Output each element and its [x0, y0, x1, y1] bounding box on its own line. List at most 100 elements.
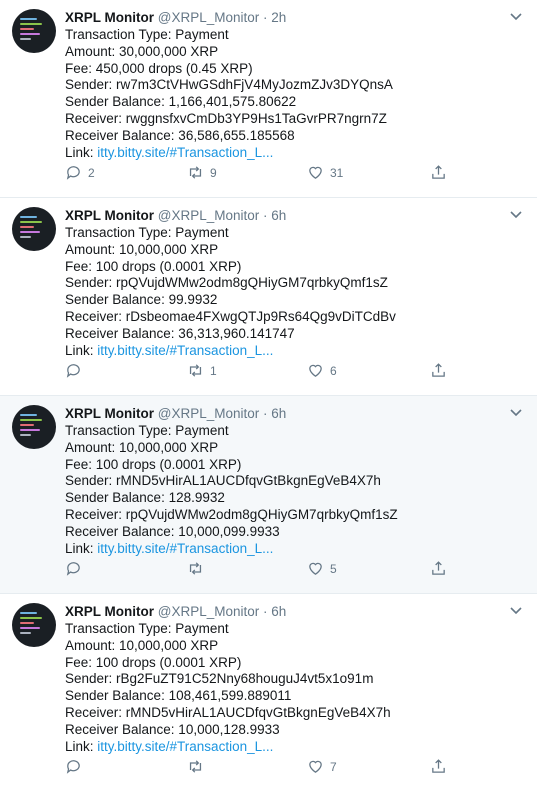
like-button[interactable]: 31: [307, 164, 343, 181]
display-name[interactable]: XRPL Monitor: [65, 406, 154, 421]
heart-icon: [309, 562, 322, 575]
tweet-text-line: Sender: rpQVujdWMw2odm8gQHiyGM7qrbkyQmf1…: [65, 275, 388, 291]
like-count: 31: [330, 165, 344, 180]
tweet-text-line: Transaction Type: Payment: [65, 27, 229, 42]
like-button[interactable]: 6: [307, 362, 337, 379]
share-button[interactable]: [430, 560, 447, 577]
like-count: 7: [330, 759, 337, 774]
transaction-link[interactable]: itty.bitty.site/#Transaction_L...: [97, 343, 273, 358]
reply-button[interactable]: 2: [65, 164, 95, 181]
timestamp[interactable]: 6h: [271, 406, 286, 421]
like-count: 6: [330, 363, 337, 378]
reply-icon: [66, 562, 80, 576]
like-button[interactable]: 7: [307, 758, 337, 775]
tweet-text-line: Sender Balance: 1,166,401,575.80622: [65, 94, 297, 110]
reply-icon: [66, 166, 80, 180]
tweet-text-line: Amount: 30,000,000 XRP: [65, 43, 219, 59]
avatar[interactable]: [12, 603, 56, 647]
separator-dot: ·: [263, 406, 268, 421]
reply-button[interactable]: [65, 362, 88, 379]
retweet-button[interactable]: 9: [187, 164, 217, 181]
tweet-text-line: Transaction Type: Payment: [65, 225, 229, 240]
tweet-text-line: Receiver: rMND5vHirAL1AUCDfqvGtBkgnEgVeB…: [65, 704, 391, 720]
tweet-text-line: Receiver: rwggnsfxvCmDb3YP9Hs1TaGvrPR7ng…: [65, 110, 387, 126]
retweet-icon: [189, 760, 202, 773]
link-label: Link:: [65, 342, 98, 358]
separator-dot: ·: [263, 208, 268, 223]
chevron-down-icon[interactable]: [509, 606, 523, 616]
timestamp[interactable]: 6h: [271, 604, 286, 619]
share-icon: [432, 759, 445, 773]
user-handle[interactable]: @XRPL_Monitor: [158, 10, 260, 25]
retweet-count: 1: [210, 363, 217, 378]
link-label: Link:: [65, 738, 98, 754]
separator-dot: ·: [263, 604, 268, 619]
display-name[interactable]: XRPL Monitor: [65, 208, 154, 223]
heart-icon: [309, 166, 322, 179]
tweet-text-line: Fee: 100 drops (0.0001 XRP): [65, 258, 242, 274]
retweet-button[interactable]: 1: [187, 362, 217, 379]
tweet-text-line: Sender: rMND5vHirAL1AUCDfqvGtBkgnEgVeB4X…: [65, 473, 381, 489]
avatar[interactable]: [12, 405, 56, 449]
share-icon: [432, 363, 445, 377]
reply-count: 2: [88, 165, 95, 180]
retweet-button[interactable]: [187, 560, 210, 577]
tweet[interactable]: XRPL Monitor @XRPL_Monitor · 6h Transact…: [0, 198, 537, 396]
chevron-down-icon[interactable]: [509, 408, 523, 418]
share-icon: [432, 165, 445, 179]
chevron-down-icon[interactable]: [509, 210, 523, 220]
tweet-text-line: Sender: rw7m3CtVHwGSdhFjV4MyJozmZJv3DYQn…: [65, 77, 393, 93]
tweet[interactable]: XRPL Monitor @XRPL_Monitor · 2h Transact…: [0, 0, 537, 198]
tweet-text-line: Sender Balance: 128.9932: [65, 490, 225, 506]
tweet[interactable]: XRPL Monitor @XRPL_Monitor · 6h Transact…: [0, 396, 537, 594]
tweet-text-line: Transaction Type: Payment: [65, 621, 229, 636]
tweet-feed: XRPL Monitor @XRPL_Monitor · 2h Transact…: [0, 0, 537, 799]
reply-icon: [66, 364, 80, 378]
retweet-count: 9: [210, 165, 217, 180]
avatar[interactable]: [12, 9, 56, 53]
tweet-text-line: Transaction Type: Payment: [65, 423, 229, 438]
tweet-text-line: Fee: 100 drops (0.0001 XRP): [65, 654, 242, 670]
share-button[interactable]: [430, 164, 447, 181]
user-handle[interactable]: @XRPL_Monitor: [158, 208, 260, 223]
timestamp[interactable]: 6h: [271, 208, 286, 223]
share-button[interactable]: [430, 362, 447, 379]
link-label: Link:: [65, 540, 98, 556]
tweet-text-line: Sender Balance: 99.9932: [65, 292, 218, 308]
reply-button[interactable]: [65, 560, 88, 577]
tweet-text-line: Receiver: rpQVujdWMw2odm8gQHiyGM7qrbkyQm…: [65, 506, 398, 522]
tweet-text-line: Amount: 10,000,000 XRP: [65, 637, 219, 653]
retweet-icon: [189, 364, 202, 377]
tweet[interactable]: XRPL Monitor @XRPL_Monitor · 6h Transact…: [0, 594, 537, 799]
tweet-text-line: Receiver Balance: 10,000,128.9933: [65, 721, 280, 737]
tweet-text-line: Amount: 10,000,000 XRP: [65, 241, 219, 257]
tweet-text-line: Amount: 10,000,000 XRP: [65, 439, 219, 455]
link-label: Link:: [65, 144, 98, 160]
tweet-text-line: Receiver Balance: 10,000,099.9933: [65, 523, 280, 539]
user-handle[interactable]: @XRPL_Monitor: [158, 604, 260, 619]
tweet-text-line: Receiver: rDsbeomae4FXwgQTJp9Rs64Qg9vDiT…: [65, 308, 396, 324]
share-button[interactable]: [430, 758, 447, 775]
transaction-link[interactable]: itty.bitty.site/#Transaction_L...: [97, 541, 273, 556]
chevron-down-icon[interactable]: [509, 12, 523, 22]
tweet-text-line: Sender Balance: 108,461,599.889011: [65, 688, 292, 704]
share-icon: [432, 561, 445, 575]
user-handle[interactable]: @XRPL_Monitor: [158, 406, 260, 421]
avatar[interactable]: [12, 207, 56, 251]
transaction-link[interactable]: itty.bitty.site/#Transaction_L...: [97, 145, 273, 160]
display-name[interactable]: XRPL Monitor: [65, 10, 154, 25]
display-name[interactable]: XRPL Monitor: [65, 604, 154, 619]
like-button[interactable]: 5: [307, 560, 337, 577]
retweet-button[interactable]: [187, 758, 210, 775]
tweet-text-line: Fee: 100 drops (0.0001 XRP): [65, 456, 242, 472]
reply-button[interactable]: [65, 758, 88, 775]
tweet-text-line: Receiver Balance: 36,586,655.185568: [65, 127, 295, 143]
reply-icon: [66, 760, 80, 774]
like-count: 5: [330, 561, 337, 576]
separator-dot: ·: [263, 10, 268, 25]
heart-icon: [309, 760, 322, 773]
retweet-icon: [189, 166, 202, 179]
timestamp[interactable]: 2h: [271, 10, 286, 25]
transaction-link[interactable]: itty.bitty.site/#Transaction_L...: [97, 739, 273, 754]
tweet-text-line: Fee: 450,000 drops (0.45 XRP): [65, 60, 253, 76]
